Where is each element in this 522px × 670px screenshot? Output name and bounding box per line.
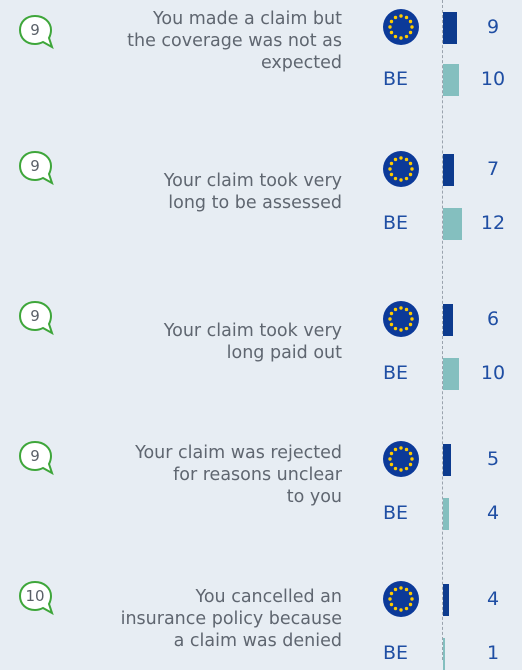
question-number: 9	[30, 307, 40, 325]
be-bar	[443, 358, 459, 390]
be-bar	[443, 498, 450, 530]
eu-value-label: 6	[486, 308, 500, 330]
be-bar	[443, 638, 445, 670]
category-label: You made a claim but the coverage was no…	[127, 9, 342, 73]
eu-bar	[443, 304, 453, 336]
be-value-label: 1	[486, 642, 500, 664]
category-label: Your claim took very long paid out	[163, 321, 342, 363]
be-country-label: BE	[383, 362, 409, 384]
question-number: 9	[30, 21, 40, 39]
eu-bar	[443, 154, 455, 186]
speech-bubble-icon: 9	[18, 150, 58, 186]
be-country-label: BE	[383, 68, 409, 90]
eu-flag-icon	[382, 580, 420, 618]
be-value-label: 12	[480, 212, 506, 234]
eu-value-label: 7	[486, 158, 500, 180]
be-value-label: 10	[480, 362, 506, 384]
eu-bar	[443, 12, 458, 44]
category-label: Your claim was rejected for reasons uncl…	[135, 443, 342, 507]
eu-value-label: 4	[486, 588, 500, 610]
be-country-label: BE	[383, 502, 409, 524]
be-value-label: 4	[486, 502, 500, 524]
be-country-label: BE	[383, 642, 409, 664]
be-country-label: BE	[383, 212, 409, 234]
speech-bubble-icon: 9	[18, 300, 58, 336]
eu-flag-icon	[382, 8, 420, 46]
eu-bar	[443, 444, 451, 476]
speech-bubble-icon: 9	[18, 440, 58, 476]
be-value-label: 10	[480, 68, 506, 90]
eu-value-label: 5	[486, 448, 500, 470]
eu-flag-icon	[382, 440, 420, 478]
be-bar	[443, 208, 463, 240]
eu-flag-icon	[382, 300, 420, 338]
category-label: You cancelled an insurance policy becaus…	[120, 587, 342, 651]
be-bar	[443, 64, 459, 96]
question-number: 10	[25, 587, 45, 605]
question-number: 9	[30, 157, 40, 175]
eu-value-label: 9	[486, 16, 500, 38]
speech-bubble-icon: 9	[18, 14, 58, 50]
eu-bar	[443, 584, 450, 616]
question-number: 9	[30, 447, 40, 465]
category-label: Your claim took very long to be assessed	[163, 171, 342, 213]
eu-flag-icon	[382, 150, 420, 188]
speech-bubble-icon: 10	[18, 580, 58, 616]
